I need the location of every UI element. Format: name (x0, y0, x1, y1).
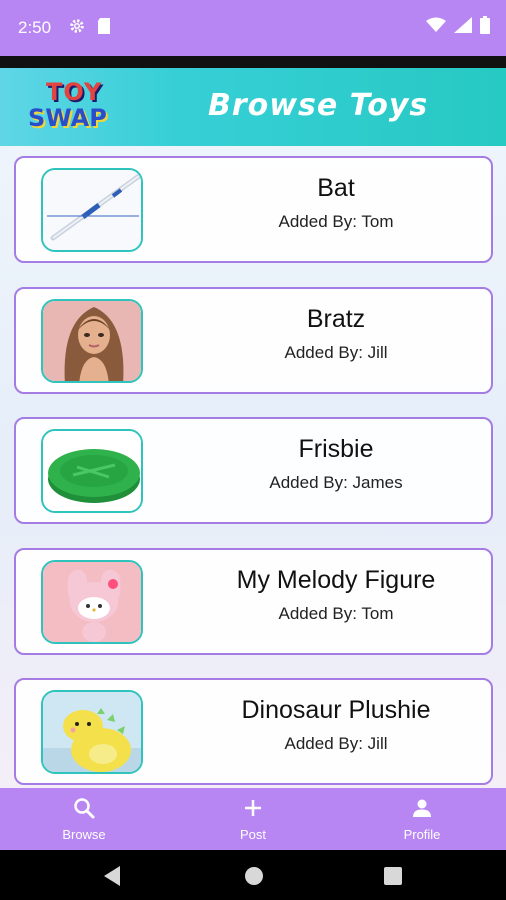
toy-card[interactable]: Dinosaur Plushie Added By: Jill (14, 678, 493, 785)
page-title: Browse Toys (208, 88, 429, 123)
logo-bottom-text: SWAP (28, 104, 107, 132)
toy-thumbnail-frisbee (41, 429, 143, 513)
toy-name: Bratz (306, 305, 366, 333)
toy-added-by: Added By: Tom (278, 604, 394, 623)
nav-browse-label: Browse (62, 827, 106, 842)
plus-icon (241, 800, 265, 824)
toy-card[interactable]: Bratz Added By: Jill (14, 287, 493, 394)
toy-name: My Melody Figure (236, 566, 436, 594)
toy-card[interactable]: Bat Added By: Tom (14, 156, 493, 263)
toy-swap-logo: TOY SWAP (24, 76, 120, 138)
status-time: 2:50 (18, 18, 52, 37)
bottom-nav: Browse Post Profile (0, 788, 506, 850)
battery-icon (480, 16, 490, 39)
back-icon[interactable] (104, 866, 122, 891)
system-nav-bar (0, 850, 506, 900)
logo-top-text: TOY (46, 78, 103, 106)
toy-added-by: Added By: Jill (284, 734, 388, 753)
sd-card-icon (96, 17, 112, 40)
toy-card[interactable]: My Melody Figure Added By: Tom (14, 548, 493, 655)
nav-post-label: Post (239, 827, 266, 842)
nav-post[interactable]: Post (193, 796, 313, 842)
gear-icon (68, 17, 86, 40)
app-header: TOY SWAP Browse Toys (0, 68, 506, 146)
toy-card[interactable]: Frisbie Added By: James (14, 417, 493, 524)
toy-thumbnail-bratz (41, 299, 143, 383)
toy-added-by: Added By: Tom (278, 212, 394, 231)
wifi-icon (426, 17, 446, 38)
nav-profile-label: Profile (403, 827, 441, 842)
signal-icon (454, 17, 472, 38)
toy-thumbnail-dinosaur-plush (41, 690, 143, 774)
toy-name: Frisbie (298, 435, 374, 463)
toy-added-by: Added By: James (269, 473, 403, 492)
nav-browse[interactable]: Browse (24, 796, 144, 842)
search-icon (72, 798, 96, 824)
toy-list[interactable]: Bat Added By: Tom Bratz Added By: Jill F… (0, 146, 506, 788)
recents-icon[interactable] (384, 867, 402, 890)
toy-added-by: Added By: Jill (284, 343, 388, 362)
status-bar: 2:50 (0, 0, 506, 56)
person-icon (410, 799, 434, 824)
toy-name: Dinosaur Plushie (241, 696, 431, 724)
home-icon[interactable] (244, 866, 264, 891)
toy-thumbnail-melody-figure (41, 560, 143, 644)
toy-name: Bat (317, 174, 355, 202)
toy-thumbnail-bat (41, 168, 143, 252)
nav-profile[interactable]: Profile (362, 796, 482, 842)
